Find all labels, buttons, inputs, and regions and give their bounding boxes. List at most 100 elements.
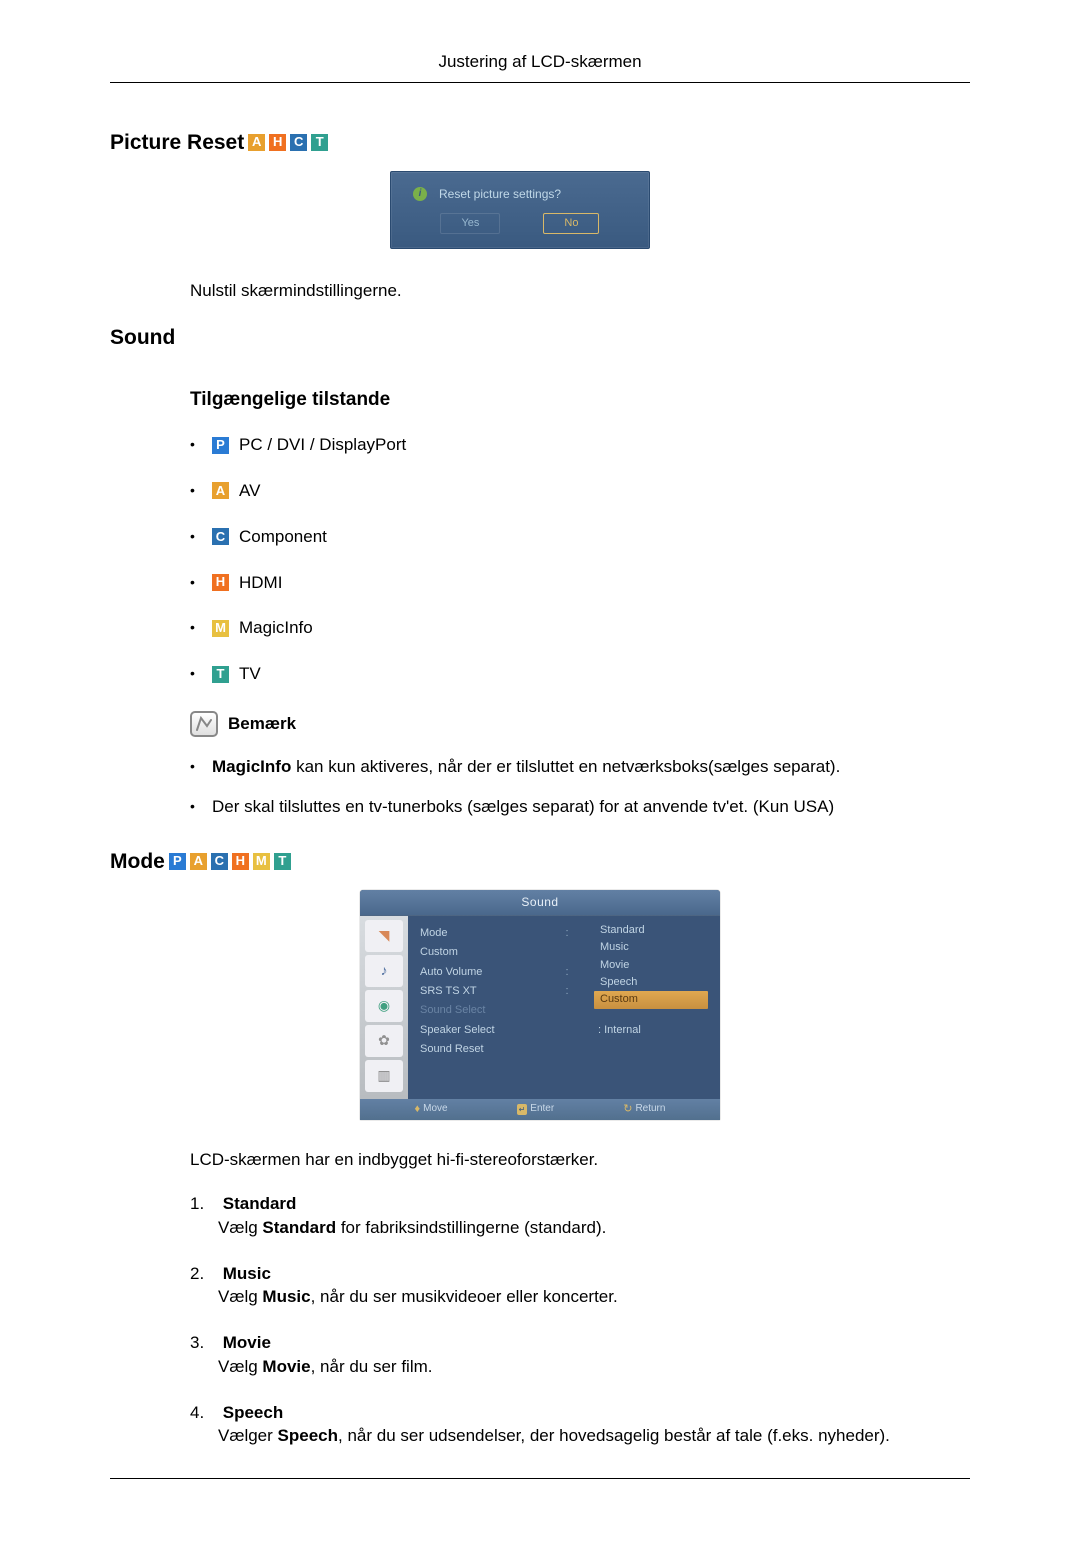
footer-enter-label: Enter [530, 1102, 554, 1116]
option-desc: Vælg Music, når du ser musikvideoer elle… [218, 1285, 970, 1309]
mode-list: •P PC / DVI / DisplayPort •A AV •C Compo… [190, 433, 970, 686]
bullet-icon: • [190, 573, 202, 593]
badge-a-icon: A [248, 134, 265, 151]
badge-t-icon: T [274, 853, 291, 870]
tab-input-icon[interactable]: ▥ [365, 1060, 403, 1092]
footer-move-label: Move [423, 1102, 447, 1116]
arrow-icon: ♦ [415, 1102, 421, 1117]
tab-setup-icon[interactable]: ◉ [365, 990, 403, 1022]
mode-label: MagicInfo [239, 616, 313, 640]
list-item: •H HDMI [190, 571, 970, 595]
mode-title: Mode [110, 847, 165, 876]
bullet-icon: • [190, 664, 202, 684]
bullet-icon: • [190, 527, 202, 547]
mode-label: PC / DVI / DisplayPort [239, 433, 406, 457]
section-mode: Mode P A C H M T [110, 847, 970, 876]
info-icon: i [413, 187, 427, 201]
menu-titlebar: Sound [360, 890, 720, 916]
note-icon [190, 711, 218, 737]
menu-item-label: Custom [420, 945, 540, 960]
badge-c-icon: C [290, 134, 307, 151]
note-list: • MagicInfo kan kun aktiveres, når der er… [190, 755, 970, 819]
menu-item-label: Sound Select [420, 1003, 540, 1018]
bullet-icon: • [190, 481, 202, 501]
footer-enter: ↵Enter [517, 1102, 555, 1117]
footer-divider [110, 1478, 970, 1479]
reset-dialog-container: i Reset picture settings? Yes No [390, 171, 970, 249]
menu-item-label: Sound Reset [420, 1042, 540, 1057]
enter-icon: ↵ [517, 1104, 528, 1115]
available-modes-title: Tilgængelige tilstande [190, 387, 970, 414]
footer-move: ♦Move [415, 1102, 448, 1117]
page-title: Justering af LCD-skærmen [438, 52, 641, 71]
dropdown-option[interactable]: Standard [594, 922, 708, 939]
list-item: Standard Vælg Standard for fabriksindsti… [190, 1192, 970, 1240]
mode-label: HDMI [239, 571, 282, 595]
list-item: •P PC / DVI / DisplayPort [190, 433, 970, 457]
section-sound: Sound [110, 323, 970, 352]
option-title: Movie [223, 1333, 271, 1352]
picture-reset-desc: Nulstil skærmindstillingerne. [190, 279, 970, 303]
picture-reset-title: Picture Reset [110, 128, 244, 157]
mode-label: Component [239, 525, 327, 549]
menu-item-label: Auto Volume [420, 965, 540, 980]
note-text: MagicInfo kan kun aktiveres, når der er … [212, 755, 840, 779]
no-button[interactable]: No [543, 213, 599, 234]
dialog-question: i Reset picture settings? [439, 186, 631, 203]
mode-label: AV [239, 479, 260, 503]
footer-return-label: Return [635, 1102, 665, 1116]
dropdown-option-selected[interactable]: Custom [594, 991, 708, 1008]
list-item: Music Vælg Music, når du ser musikvideoe… [190, 1262, 970, 1310]
list-item: • MagicInfo kan kun aktiveres, når der er… [190, 755, 970, 779]
footer-return: ↻Return [623, 1102, 665, 1117]
dropdown-option[interactable]: Speech [594, 974, 708, 991]
mode-intro: LCD-skærmen har en indbygget hi-fi-stere… [190, 1148, 970, 1172]
badge-p-icon: P [169, 853, 186, 870]
badge-t-icon: T [311, 134, 328, 151]
mode-label: TV [239, 662, 261, 686]
bullet-icon: • [190, 618, 202, 638]
badge-m-icon: M [212, 620, 229, 637]
menu-row[interactable]: Sound Reset [408, 1040, 720, 1059]
tab-picture-icon[interactable]: ◥ [365, 920, 403, 952]
note-header: Bemærk [190, 711, 970, 737]
menu-item-value: : Internal [598, 1023, 708, 1038]
list-item: • C Component [190, 525, 970, 549]
tab-sound-icon[interactable]: ♪ [365, 955, 403, 987]
badge-c-icon: C [212, 528, 229, 545]
mode-dropdown: Standard Music Movie Speech Custom [594, 922, 708, 1009]
menu-footer: ♦Move ↵Enter ↻Return [360, 1099, 720, 1120]
option-desc: Vælg Standard for fabriksindstillingerne… [218, 1216, 970, 1240]
reset-dialog: i Reset picture settings? Yes No [390, 171, 650, 249]
mode-options-list: Standard Vælg Standard for fabriksindsti… [190, 1192, 970, 1448]
tab-settings-icon[interactable]: ✿ [365, 1025, 403, 1057]
badge-a-icon: A [190, 853, 207, 870]
dropdown-option[interactable]: Movie [594, 957, 708, 974]
option-desc: Vælg Movie, når du ser film. [218, 1355, 970, 1379]
menu-row[interactable]: Speaker Select : Internal [408, 1021, 720, 1040]
list-item: • Der skal tilsluttes en tv-tunerboks (sæ… [190, 795, 970, 819]
badge-m-icon: M [253, 853, 270, 870]
list-item: •T TV [190, 662, 970, 686]
menu-item-label: Mode [420, 926, 540, 941]
badge-c-icon: C [211, 853, 228, 870]
bullet-icon: • [190, 795, 198, 819]
menu-tabs: ◥ ♪ ◉ ✿ ▥ [360, 916, 408, 1099]
list-item: Movie Vælg Movie, når du ser film. [190, 1331, 970, 1379]
menu-item-label: SRS TS XT [420, 984, 540, 999]
yes-button[interactable]: Yes [440, 213, 500, 234]
option-title: Speech [223, 1403, 283, 1422]
menu-main: Mode: Custom Auto Volume: SRS TS XT: Sou… [408, 916, 720, 1099]
dialog-question-text: Reset picture settings? [439, 187, 561, 201]
menu-item-label: Speaker Select [420, 1023, 540, 1038]
bullet-icon: • [190, 755, 198, 779]
note-text: Der skal tilsluttes en tv-tunerboks (sæl… [212, 795, 834, 819]
option-desc: Vælger Speech, når du ser udsendelser, d… [218, 1424, 970, 1448]
menu-body: ◥ ♪ ◉ ✿ ▥ Mode: Custom Auto Volume: SRS … [360, 916, 720, 1099]
dialog-buttons: Yes No [409, 213, 631, 234]
list-item: Speech Vælger Speech, når du ser udsende… [190, 1401, 970, 1449]
page-header: Justering af LCD-skærmen [110, 50, 970, 83]
sound-menu-container: Sound ◥ ♪ ◉ ✿ ▥ Mode: Custom Auto Volume… [360, 890, 970, 1120]
option-title: Standard [223, 1194, 297, 1213]
dropdown-option[interactable]: Music [594, 939, 708, 956]
